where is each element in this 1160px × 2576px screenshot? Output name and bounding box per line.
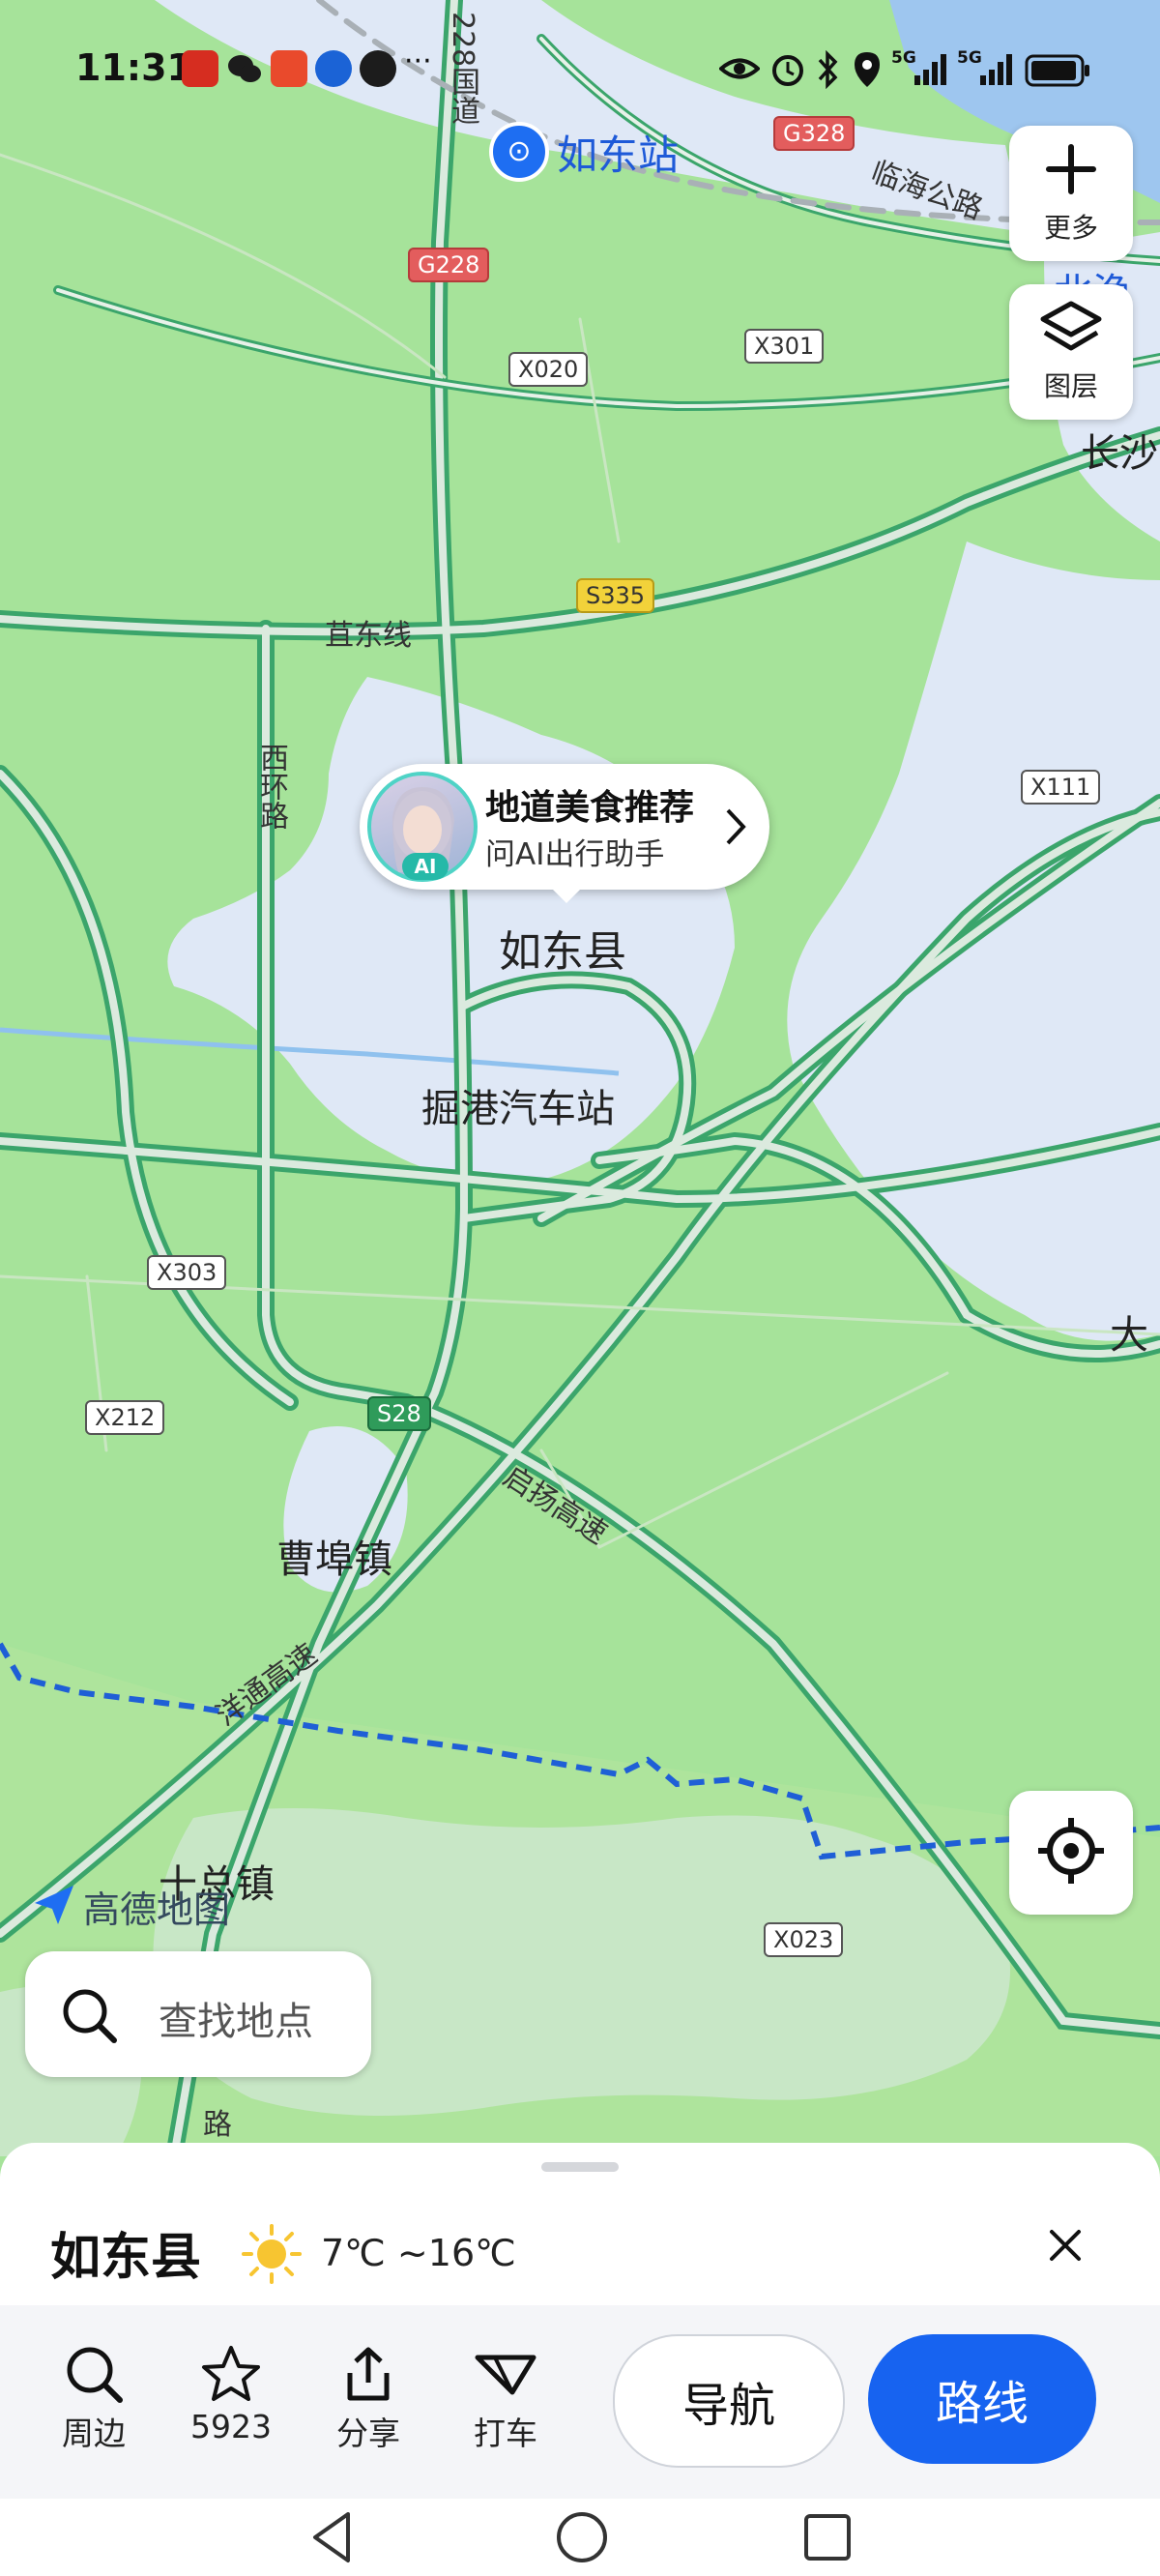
ai-badge: AI: [402, 853, 449, 880]
shield-x020: X020: [508, 352, 589, 387]
locate-crosshair-icon: [1036, 1816, 1106, 1889]
place-label-changsha-partial[interactable]: 长沙: [1081, 422, 1158, 478]
location-icon: [853, 50, 882, 98]
action-taxi-label: 打车: [474, 2415, 537, 2452]
battery-icon: [1025, 54, 1090, 91]
more-notifications-dots: ···: [404, 44, 432, 78]
bluetooth-icon: [816, 49, 841, 98]
more-button-label: 更多: [1043, 212, 1098, 244]
action-share-button[interactable]: 分享: [315, 2344, 421, 2454]
navigate-button[interactable]: 导航: [613, 2334, 845, 2468]
map-canvas[interactable]: ⊙ 如东站 如东县 掘港汽车站 曹埠镇 十总镇 长沙 大 北渔 G328 G22…: [0, 0, 1160, 2156]
route-button[interactable]: 路线: [868, 2334, 1096, 2464]
eye-icon: [717, 50, 762, 96]
system-nav-bar: [0, 2499, 1160, 2576]
sunny-weather-icon: [238, 2220, 305, 2292]
shield-g228: G228: [408, 248, 490, 282]
shield-x301: X301: [744, 329, 825, 364]
search-box[interactable]: 查找地点: [25, 1951, 371, 2077]
layers-icon: [1039, 300, 1103, 360]
search-icon: [60, 1986, 118, 2048]
action-taxi-button[interactable]: 打车: [452, 2344, 559, 2454]
layers-button[interactable]: 图层: [1009, 284, 1133, 420]
search-icon: [41, 2344, 147, 2404]
shield-x303: X303: [147, 1255, 227, 1290]
nav-recents-icon[interactable]: [800, 2510, 855, 2568]
action-favorite-button[interactable]: 5923: [178, 2344, 284, 2445]
taxi-icon: [452, 2344, 559, 2404]
amap-arrow-icon: [31, 1882, 77, 1932]
more-button[interactable]: 更多: [1009, 126, 1133, 261]
city-label-rudong[interactable]: 如东县: [499, 917, 626, 979]
ai-bubble-title: 地道美食推荐: [485, 788, 695, 828]
shield-x023: X023: [764, 1922, 844, 1957]
nav-back-icon[interactable]: [307, 2508, 356, 2570]
road-label-xihuan: 西环路: [254, 743, 288, 830]
notification-app-icon-1: [182, 50, 218, 87]
search-placeholder: 查找地点: [159, 2000, 313, 2044]
signal-2-icon: 5G: [957, 48, 1017, 87]
status-time: 11:31: [75, 46, 192, 89]
layers-button-label: 图层: [1043, 370, 1098, 402]
close-icon[interactable]: [1046, 2226, 1085, 2269]
status-bar: 11:31 ··· 5G 5G: [0, 0, 1160, 145]
chevron-right-icon: [723, 806, 748, 851]
sheet-drag-handle[interactable]: [541, 2162, 619, 2172]
action-nearby-label: 周边: [62, 2415, 126, 2452]
place-label-da-partial[interactable]: 大: [1110, 1303, 1148, 1360]
ai-bubble-subtitle: 问AI出行助手: [485, 837, 665, 872]
shield-s28: S28: [367, 1396, 431, 1431]
alarm-icon: [769, 50, 806, 96]
road-label-partial: 路: [203, 2108, 232, 2142]
poi-juegang-bus-station[interactable]: 掘港汽车站: [421, 1077, 615, 1133]
action-bar: 周边 5923 分享 打车 导航 路线: [0, 2305, 1160, 2499]
nav-home-icon[interactable]: [553, 2508, 611, 2570]
notification-app-icon-3: [315, 50, 352, 87]
shield-x212: X212: [85, 1400, 165, 1435]
road-label-judong: 苴东线: [325, 619, 412, 653]
share-icon: [315, 2344, 421, 2404]
wechat-icon: [226, 50, 263, 87]
notification-app-icon-2: [271, 50, 307, 87]
sheet-place-name: 如东县: [50, 2229, 202, 2287]
action-share-label: 分享: [336, 2415, 400, 2452]
my-location-button[interactable]: [1009, 1791, 1133, 1915]
plus-icon: [1043, 141, 1099, 201]
amap-logo-text: 高德地图: [83, 1888, 231, 1931]
weather-temperature: 7℃ ~16℃: [321, 2232, 516, 2274]
signal-1-icon: 5G: [891, 48, 951, 87]
town-label-caobu[interactable]: 曹埠镇: [276, 1528, 392, 1584]
ai-assistant-bubble[interactable]: AI 地道美食推荐 问AI出行助手: [360, 764, 769, 903]
amap-logo: 高德地图: [31, 1880, 230, 1933]
action-favorite-count: 5923: [190, 2408, 272, 2445]
shield-x111: X111: [1021, 770, 1101, 805]
action-nearby-button[interactable]: 周边: [41, 2344, 147, 2454]
shield-s335: S335: [576, 578, 655, 613]
star-icon: [178, 2344, 284, 2404]
message-bubble-icon: [360, 50, 396, 87]
